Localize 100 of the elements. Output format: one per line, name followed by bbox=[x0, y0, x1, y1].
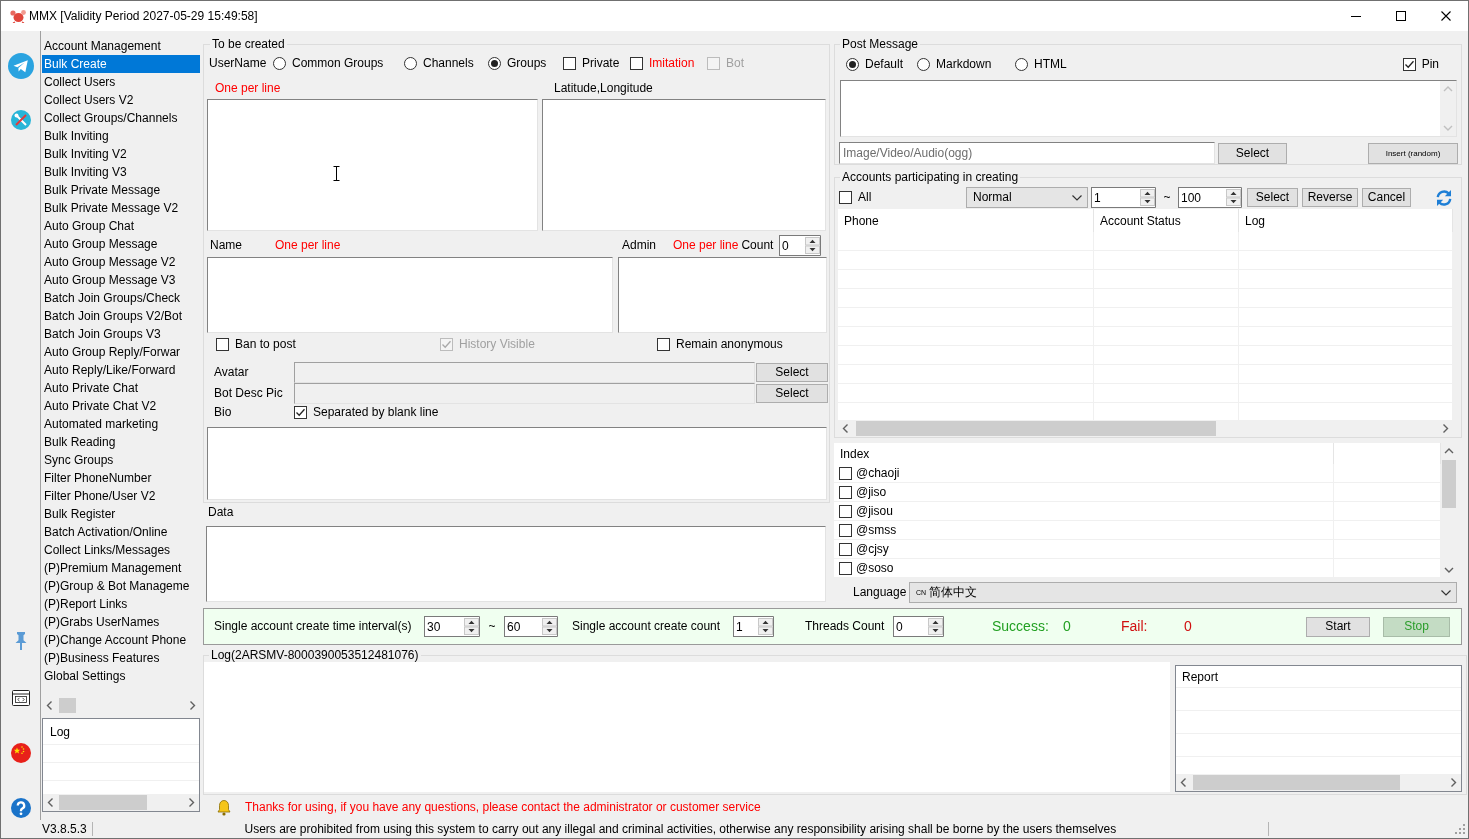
sidebar-item[interactable]: Collect Groups/Channels bbox=[42, 109, 200, 127]
message-field[interactable] bbox=[840, 80, 1457, 137]
start-button[interactable]: Start bbox=[1306, 616, 1370, 637]
sidebar-item[interactable]: Auto Group Reply/Forwar bbox=[42, 343, 200, 361]
sidebar-item[interactable]: Batch Activation/Online bbox=[42, 523, 200, 541]
sidebar-item[interactable]: Collect Users bbox=[42, 73, 200, 91]
range-start-spinner[interactable]: 1 bbox=[1091, 187, 1139, 208]
sidebar-item[interactable]: Filter PhoneNumber bbox=[42, 469, 200, 487]
select-button[interactable]: Select bbox=[756, 363, 828, 382]
cancel-button[interactable]: Cancel bbox=[1362, 188, 1411, 207]
sidebar-item[interactable]: Bulk Private Message V2 bbox=[42, 199, 200, 217]
data-field[interactable] bbox=[206, 526, 826, 602]
vertical-scrollbar[interactable] bbox=[1440, 81, 1456, 136]
threads-spinner[interactable]: 0 bbox=[893, 616, 927, 637]
sidebar-item[interactable]: Batch Join Groups/Check bbox=[42, 289, 200, 307]
range-end-spinner[interactable]: 100 bbox=[1178, 187, 1225, 208]
radio-button[interactable] bbox=[404, 56, 417, 70]
sidebar-item[interactable]: Filter Phone/User V2 bbox=[42, 487, 200, 505]
checkbox[interactable] bbox=[839, 523, 852, 537]
file-path-field[interactable] bbox=[294, 362, 755, 383]
insert-button[interactable]: Insert (random) bbox=[1368, 142, 1458, 164]
sidebar-item[interactable]: Bulk Inviting V3 bbox=[42, 163, 200, 181]
radio-button[interactable] bbox=[488, 56, 501, 70]
spin-arrows-icon[interactable] bbox=[757, 616, 774, 637]
radio-button[interactable] bbox=[917, 57, 930, 71]
bio-field[interactable] bbox=[207, 427, 827, 500]
filter-dropdown[interactable]: Normal bbox=[966, 187, 1088, 208]
sidebar-item[interactable]: (P)Grabs UserNames bbox=[42, 613, 200, 631]
checkbox[interactable] bbox=[630, 56, 643, 70]
horizontal-scrollbar[interactable] bbox=[1176, 774, 1461, 791]
checkbox[interactable] bbox=[294, 406, 307, 419]
checkbox[interactable] bbox=[839, 466, 852, 480]
sidebar-item[interactable]: (P)Report Links bbox=[42, 595, 200, 613]
checkbox[interactable] bbox=[839, 542, 852, 556]
sidebar-item[interactable]: Auto Private Chat V2 bbox=[42, 397, 200, 415]
checkbox[interactable] bbox=[216, 337, 229, 351]
sidebar-item[interactable]: Collect Users V2 bbox=[42, 91, 200, 109]
sidebar-item[interactable]: Global Settings bbox=[42, 667, 200, 685]
help-icon[interactable] bbox=[10, 798, 31, 818]
horizontal-scrollbar[interactable] bbox=[43, 794, 199, 811]
sidebar-item[interactable]: Automated marketing bbox=[42, 415, 200, 433]
resize-grip-icon[interactable] bbox=[1455, 824, 1465, 834]
sidebar-item[interactable]: Account Management bbox=[42, 37, 200, 55]
sidebar-item[interactable]: Bulk Create bbox=[42, 55, 200, 73]
sidebar-item[interactable]: Auto Group Message V3 bbox=[42, 271, 200, 289]
sidebar-item[interactable]: (P)Premium Management bbox=[42, 559, 200, 577]
sidebar-item[interactable]: Sync Groups bbox=[42, 451, 200, 469]
sidebar-item[interactable]: Bulk Private Message bbox=[42, 181, 200, 199]
column-header[interactable]: Phone bbox=[844, 214, 879, 229]
file-path-field[interactable] bbox=[294, 383, 755, 404]
sidebar-item[interactable]: Bulk Inviting V2 bbox=[42, 145, 200, 163]
admins-field[interactable] bbox=[618, 257, 827, 333]
sidebar-item[interactable]: Bulk Reading bbox=[42, 433, 200, 451]
telegram-icon[interactable] bbox=[7, 53, 34, 79]
sidebar-item[interactable]: Collect Links/Messages bbox=[42, 541, 200, 559]
sidebar-item[interactable]: Bulk Inviting bbox=[42, 127, 200, 145]
interval-start-spinner[interactable]: 30 bbox=[424, 616, 463, 637]
interval-end-spinner[interactable]: 60 bbox=[504, 616, 541, 637]
spin-arrows-icon[interactable] bbox=[541, 616, 558, 637]
select-button[interactable]: Select bbox=[1247, 188, 1298, 207]
spin-arrows-icon[interactable] bbox=[1225, 187, 1242, 208]
checkbox[interactable] bbox=[839, 504, 852, 518]
sidebar-item[interactable]: Auto Private Chat bbox=[42, 379, 200, 397]
count-spinner[interactable]: 0 bbox=[779, 235, 804, 256]
sidebar-item[interactable]: Batch Join Groups V2/Bot bbox=[42, 307, 200, 325]
checkbox[interactable] bbox=[839, 561, 852, 575]
media-field[interactable]: Image/Video/Audio(ogg) bbox=[839, 142, 1215, 164]
coordinates-field[interactable] bbox=[542, 99, 826, 231]
sidebar-item[interactable]: (P)Group & Bot Manageme bbox=[42, 577, 200, 595]
checkbox[interactable] bbox=[839, 485, 852, 499]
refresh-icon[interactable] bbox=[1435, 188, 1453, 207]
column-header[interactable]: Report bbox=[1182, 670, 1219, 685]
column-header[interactable]: Index bbox=[840, 447, 870, 461]
flag-icon[interactable] bbox=[10, 743, 31, 763]
sidebar-item[interactable]: Bulk Register bbox=[42, 505, 200, 523]
horizontal-scrollbar[interactable] bbox=[838, 420, 1453, 437]
sidebar-item[interactable]: Batch Join Groups V3 bbox=[42, 325, 200, 343]
select-button[interactable]: Select bbox=[1218, 142, 1287, 164]
column-header[interactable]: Log bbox=[1245, 214, 1266, 229]
sidebar-item[interactable]: Auto Group Message V2 bbox=[42, 253, 200, 271]
sidebar-item[interactable]: Auto Group Message bbox=[42, 235, 200, 253]
checkbox[interactable] bbox=[657, 337, 670, 351]
spin-arrows-icon[interactable] bbox=[927, 616, 944, 637]
sidebar-item[interactable]: Auto Group Chat bbox=[42, 217, 200, 235]
tools-icon[interactable] bbox=[10, 110, 31, 130]
spin-arrows-icon[interactable] bbox=[804, 235, 821, 256]
sidebar-item[interactable]: (P)Change Account Phone bbox=[42, 631, 200, 649]
checkbox[interactable] bbox=[1402, 57, 1416, 71]
column-header[interactable]: Log bbox=[50, 725, 71, 740]
sidebar-item[interactable]: Auto Reply/Like/Forward bbox=[42, 361, 200, 379]
log-output-field[interactable] bbox=[204, 662, 1170, 792]
spin-arrows-icon[interactable] bbox=[1139, 187, 1156, 208]
reverse-button[interactable]: Reverse bbox=[1302, 188, 1358, 207]
radio-button[interactable] bbox=[1015, 57, 1028, 71]
checkbox[interactable] bbox=[839, 191, 852, 204]
sidebar-item[interactable]: (P)Business Features bbox=[42, 649, 200, 667]
radio-button[interactable] bbox=[273, 56, 286, 70]
checkbox[interactable] bbox=[563, 56, 576, 70]
names-field[interactable] bbox=[207, 257, 613, 333]
select-button[interactable]: Select bbox=[756, 384, 828, 403]
